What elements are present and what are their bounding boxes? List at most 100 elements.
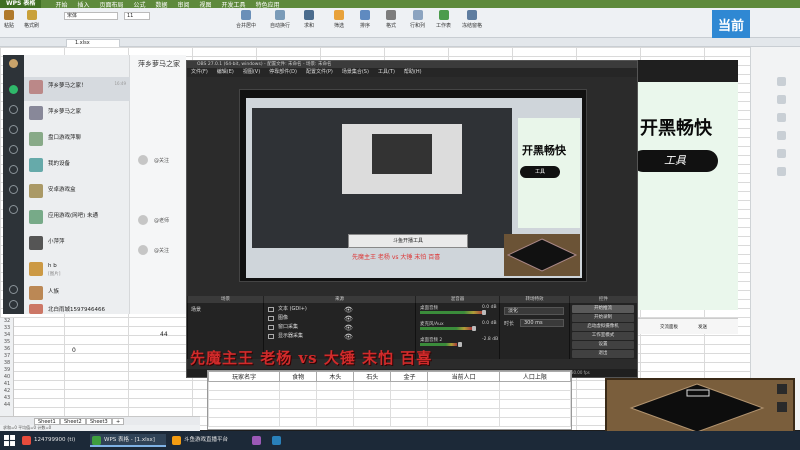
filter-button[interactable]: 筛选: [334, 10, 344, 29]
source-item[interactable]: 文本 (GDI+): [268, 305, 338, 314]
rows-icon: [412, 10, 423, 20]
virtual-camera-button[interactable]: 启动虚拟摄像机: [572, 323, 634, 331]
volume-slider[interactable]: [482, 310, 486, 315]
wrap-text-button[interactable]: 自动换行: [270, 10, 290, 29]
volume-slider[interactable]: [472, 326, 476, 331]
exit-button[interactable]: 退出: [572, 350, 634, 358]
paste-button[interactable]: 粘贴: [4, 10, 14, 29]
obs-menu-scene-collection[interactable]: 场景集合(S): [342, 68, 369, 77]
phone-icon[interactable]: [9, 285, 18, 294]
conversation-name: 萍乡萝马之家！: [48, 83, 87, 89]
transition-select[interactable]: 淡化: [504, 307, 564, 315]
format-painter-button[interactable]: 格式刷: [24, 10, 39, 29]
volume-meter: [420, 343, 457, 346]
star-icon[interactable]: [9, 205, 18, 214]
app-icon: [252, 436, 261, 445]
cell-value[interactable]: 44: [160, 331, 168, 338]
font-name-select[interactable]: 宋体: [64, 12, 118, 20]
obs-menu-help[interactable]: 帮助(H): [404, 68, 422, 77]
sheet-tab-2[interactable]: Sheet2: [60, 418, 86, 425]
eye-icon[interactable]: 👁: [344, 324, 353, 332]
list-item[interactable]: 应用游戏(网吧) 未通: [24, 207, 130, 231]
sum-button[interactable]: 求和: [304, 10, 314, 29]
controls-dock-header: 控件: [569, 296, 637, 303]
source-item[interactable]: 图像: [268, 314, 338, 323]
row-number: 37: [3, 353, 11, 359]
menu-icon[interactable]: [9, 300, 18, 309]
source-item[interactable]: 窗口采集: [268, 323, 338, 332]
row-number: 39: [3, 367, 11, 373]
taskbar-item-wps[interactable]: WPS 表格 - [1.xlsx]: [90, 434, 166, 447]
volume-slider[interactable]: [458, 342, 462, 347]
file-icon[interactable]: [9, 185, 18, 194]
list-item[interactable]: 北白雨城1597946466: [24, 301, 130, 315]
windows-start-icon[interactable]: [4, 435, 15, 446]
sort-button[interactable]: 排序: [360, 10, 370, 29]
toolbar-icon[interactable]: [777, 149, 786, 158]
studio-mode-button[interactable]: 工作室模式: [572, 332, 634, 340]
eye-icon[interactable]: 👁: [344, 306, 353, 314]
list-item[interactable]: 安卓游戏盒: [24, 181, 130, 205]
taskbar-item-app[interactable]: [250, 434, 266, 447]
obs-menu-file[interactable]: 文件(F): [191, 68, 208, 77]
preview-canvas: 斗鱼开播工具 先魔主王 老杨 vs 大锤 末怕 百喜 开黑畅快 工具: [246, 98, 582, 278]
mail-icon[interactable]: [9, 165, 18, 174]
start-recording-button[interactable]: 开始录制: [572, 314, 634, 322]
sheet-tab-1[interactable]: Sheet1: [34, 418, 60, 425]
obs-preview[interactable]: 斗鱼开播工具 先魔主王 老杨 vs 大锤 末怕 百喜 开黑畅快 工具: [239, 89, 587, 282]
toolbar-icon[interactable]: [777, 95, 786, 104]
toolbar-icon[interactable]: [777, 167, 786, 176]
settings-button[interactable]: 设置: [572, 341, 634, 349]
obs-menu-edit[interactable]: 编辑(E): [217, 68, 234, 77]
doc-tab[interactable]: 1.xlsx: [66, 39, 120, 47]
avatar[interactable]: [9, 59, 18, 68]
toolbar-icon[interactable]: [777, 113, 786, 122]
list-item[interactable]: 盘口游戏萍聊: [24, 129, 130, 153]
add-sheet-button[interactable]: +: [112, 418, 125, 425]
message-icon[interactable]: [9, 85, 18, 94]
taskbar-item-obs[interactable]: [270, 434, 286, 447]
footer-item[interactable]: 交流面板: [660, 324, 678, 330]
space-icon[interactable]: [9, 125, 18, 134]
obs-menu-profile[interactable]: 配置文件(P): [306, 68, 333, 77]
merge-center-button[interactable]: 合并居中: [236, 10, 256, 29]
obs-menu-view[interactable]: 视图(V): [243, 68, 260, 77]
obs-menu-tools[interactable]: 工具(T): [378, 68, 395, 77]
toolbar-icon[interactable]: [777, 77, 786, 86]
list-item[interactable]: 小萍萍: [24, 233, 130, 257]
freeze-button[interactable]: 冻结窗格: [462, 10, 482, 29]
table-row: [207, 381, 572, 391]
list-item[interactable]: h b [图片]: [24, 259, 130, 283]
list-item[interactable]: 萍乡萝马之家: [24, 103, 130, 127]
wps-app-name[interactable]: WPS 表格: [0, 0, 42, 8]
duration-input[interactable]: 300 ms: [520, 319, 564, 327]
promo-pill[interactable]: 工具: [632, 150, 718, 172]
row-number: 33: [3, 325, 11, 331]
obs-icon: [272, 436, 281, 445]
cell-value[interactable]: 0: [72, 347, 76, 354]
footer-item[interactable]: 发送: [698, 324, 707, 330]
scene-item[interactable]: 场景: [191, 306, 201, 313]
list-item[interactable]: 萍乡萝马之家！ 16:49: [24, 77, 130, 101]
game-promo-panel: 开黑畅快 工具: [632, 60, 738, 310]
sheet-tab-3[interactable]: Sheet3: [86, 418, 112, 425]
eye-icon[interactable]: 👁: [344, 315, 353, 323]
format-button[interactable]: 格式: [386, 10, 396, 29]
source-name: 窗口采集: [278, 324, 299, 330]
obs-menu-docks[interactable]: 停靠部件(D): [269, 68, 297, 77]
rows-cols-button[interactable]: 行和列: [410, 10, 425, 29]
column-header: 当前人口: [427, 371, 500, 382]
contacts-icon[interactable]: [9, 105, 18, 114]
worksheet-button[interactable]: 工作表: [436, 10, 451, 29]
font-size-select[interactable]: 11: [124, 12, 150, 20]
game-icon[interactable]: [9, 145, 18, 154]
toolbar-icon[interactable]: [777, 131, 786, 140]
taskbar-item-douyu[interactable]: 斗鱼游戏直播平台: [170, 434, 246, 447]
start-streaming-button[interactable]: 开始推流: [572, 305, 634, 313]
source-item[interactable]: 显示器采集: [268, 332, 338, 341]
eye-icon[interactable]: 👁: [344, 333, 353, 341]
monitor-icon: [268, 334, 274, 339]
preview-caption: 先魔主王 老杨 vs 大锤 末怕 百喜: [352, 254, 441, 261]
list-item[interactable]: 我的设备: [24, 155, 130, 179]
taskbar-item-qq[interactable]: 124799900 (ti): [20, 434, 86, 447]
